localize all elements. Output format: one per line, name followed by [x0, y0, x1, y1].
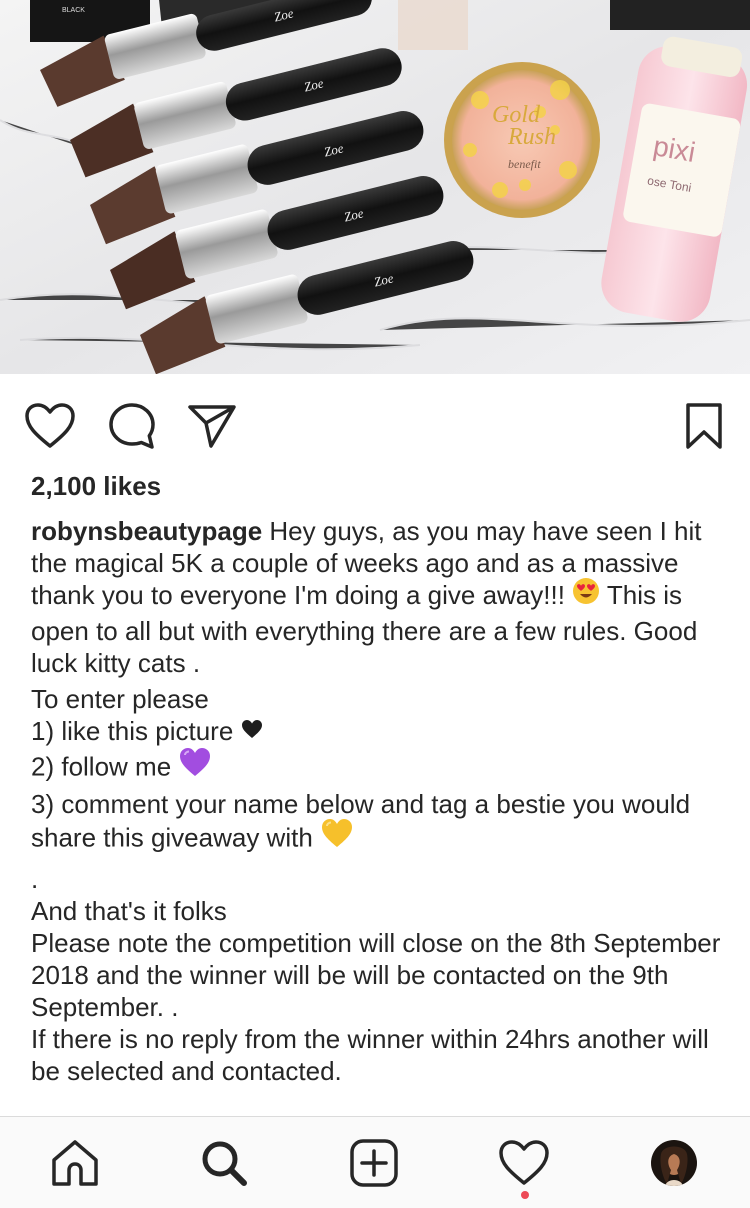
bottom-tab-bar: [0, 1116, 750, 1208]
like-button[interactable]: [24, 400, 76, 452]
save-button[interactable]: [678, 400, 730, 452]
heart-eyes-emoji-icon: [572, 577, 600, 612]
heart-outline-icon: [499, 1140, 549, 1185]
svg-text:Rush: Rush: [507, 124, 556, 150]
yellow-heart-icon: [320, 817, 354, 856]
caption-intro: robynsbeautypage Hey guys, as you may ha…: [31, 515, 721, 679]
paper-plane-icon: [188, 405, 236, 448]
caption-username[interactable]: robynsbeautypage: [31, 516, 262, 546]
heart-outline-icon: [25, 403, 75, 448]
tab-home[interactable]: [47, 1135, 103, 1191]
tab-new-post[interactable]: [346, 1135, 402, 1191]
tab-activity[interactable]: [496, 1135, 552, 1191]
plus-square-icon: [350, 1139, 398, 1187]
box-label: BLACK: [62, 7, 85, 14]
tab-search[interactable]: [196, 1135, 252, 1191]
blush-compact: Gold Rush benefit: [444, 62, 600, 218]
post-photo: BLACK Zoe Zoe Zoe Zoe Zoe Gold Rush bene…: [0, 0, 750, 374]
share-button[interactable]: [186, 400, 238, 452]
tab-profile[interactable]: [646, 1135, 702, 1191]
caption-thats-it: And that's it folks: [31, 895, 227, 926]
post-image[interactable]: BLACK Zoe Zoe Zoe Zoe Zoe Gold Rush bene…: [0, 0, 750, 374]
purple-heart-icon: [178, 746, 212, 785]
bookmark-icon: [686, 403, 722, 449]
activity-notification-dot: [521, 1191, 529, 1199]
search-icon: [202, 1141, 247, 1186]
home-icon: [52, 1140, 98, 1186]
caption-rule-2: 2) follow me: [31, 746, 721, 788]
post-action-bar: [0, 374, 750, 470]
caption-close-date: Please note the competition will close o…: [31, 927, 721, 1022]
caption-no-reply: If there is no reply from the winner wit…: [31, 1023, 709, 1086]
comment-button[interactable]: [106, 400, 158, 452]
caption-rule-3: 3) comment your name below and tag a bes…: [31, 788, 721, 859]
likes-count[interactable]: 2,100 likes: [31, 470, 161, 502]
comment-bubble-icon: [109, 403, 155, 449]
black-heart-icon: [241, 714, 263, 746]
caption-line-enter: To enter please: [31, 683, 209, 714]
svg-text:benefit: benefit: [508, 157, 541, 171]
caption-rule-1: 1) like this picture: [31, 715, 721, 749]
post-caption: robynsbeautypage Hey guys, as you may ha…: [31, 515, 721, 1087]
avatar: [651, 1140, 697, 1186]
caption-dot: .: [31, 863, 39, 894]
